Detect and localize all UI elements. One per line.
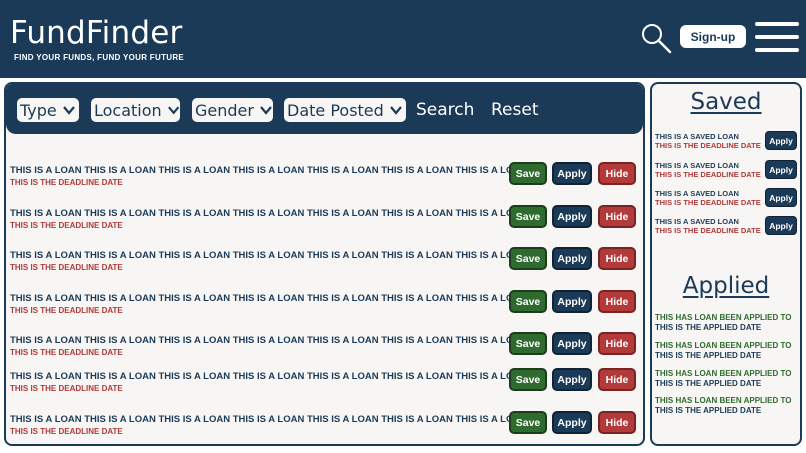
loan-row: THIS IS A LOAN THIS IS A LOAN THIS IS A … xyxy=(10,411,636,439)
hide-loan-button[interactable]: Hide xyxy=(598,332,636,355)
loan-row: THIS IS A LOAN THIS IS A LOAN THIS IS A … xyxy=(10,247,636,275)
save-loan-button[interactable]: Save xyxy=(509,162,547,185)
chevron-down-icon xyxy=(167,106,179,115)
search-button[interactable]: Search xyxy=(416,100,474,120)
loan-deadline: THIS IS THE DEADLINE DATE xyxy=(10,263,123,272)
save-loan-button[interactable]: Save xyxy=(509,411,547,434)
saved-loan-deadline: THIS IS THE DEADLINE DATE xyxy=(655,170,761,179)
loan-title: THIS IS A LOAN THIS IS A LOAN THIS IS A … xyxy=(10,371,528,382)
saved-loan-title: THIS IS A SAVED LOAN xyxy=(655,161,739,170)
loan-row: THIS IS A LOAN THIS IS A LOAN THIS IS A … xyxy=(10,368,636,396)
filter-gender-dropdown[interactable]: Gender xyxy=(190,96,275,124)
loan-title: THIS IS A LOAN THIS IS A LOAN THIS IS A … xyxy=(10,208,528,219)
loan-row: THIS IS A LOAN THIS IS A LOAN THIS IS A … xyxy=(10,162,636,190)
saved-loan-deadline: THIS IS THE DEADLINE DATE xyxy=(655,141,761,150)
filter-type-label: Type xyxy=(20,100,57,120)
apply-loan-button[interactable]: Apply xyxy=(552,205,592,228)
applied-loan-item: THIS HAS LOAN BEEN APPLIED TO THIS IS TH… xyxy=(655,396,800,418)
save-loan-button[interactable]: Save xyxy=(509,290,547,313)
applied-loan-item: THIS HAS LOAN BEEN APPLIED TO THIS IS TH… xyxy=(655,369,800,391)
filter-date-posted-dropdown[interactable]: Date Posted xyxy=(282,96,408,124)
filter-location-label: Location xyxy=(94,100,162,120)
loan-deadline: THIS IS THE DEADLINE DATE xyxy=(10,348,123,357)
saved-loan-title: THIS IS A SAVED LOAN xyxy=(655,217,739,226)
saved-heading: Saved xyxy=(690,89,762,115)
chevron-down-icon xyxy=(389,106,402,115)
loan-row: THIS IS A LOAN THIS IS A LOAN THIS IS A … xyxy=(10,205,636,233)
hide-loan-button[interactable]: Hide xyxy=(598,411,636,434)
apply-loan-button[interactable]: Apply xyxy=(552,247,592,270)
saved-loan-title: THIS IS A SAVED LOAN xyxy=(655,132,739,141)
chevron-down-icon xyxy=(62,106,75,115)
saved-loan-item: THIS IS A SAVED LOAN THIS IS THE DEADLIN… xyxy=(655,188,797,210)
hide-loan-button[interactable]: Hide xyxy=(598,247,636,270)
loan-row: THIS IS A LOAN THIS IS A LOAN THIS IS A … xyxy=(10,290,636,318)
saved-applied-panel: Saved THIS IS A SAVED LOAN THIS IS THE D… xyxy=(650,82,802,446)
apply-saved-loan-button[interactable]: Apply xyxy=(765,160,797,179)
filter-type-dropdown[interactable]: Type xyxy=(15,96,81,124)
save-loan-button[interactable]: Save xyxy=(509,332,547,355)
app-header: FundFinder FIND YOUR FUNDS, FUND YOUR FU… xyxy=(0,0,806,78)
saved-loan-title: THIS IS A SAVED LOAN xyxy=(655,189,739,198)
hamburger-menu-icon[interactable] xyxy=(755,22,799,52)
applied-loan-title: THIS HAS LOAN BEEN APPLIED TO xyxy=(655,313,792,322)
loan-title: THIS IS A LOAN THIS IS A LOAN THIS IS A … xyxy=(10,250,528,261)
loan-row: THIS IS A LOAN THIS IS A LOAN THIS IS A … xyxy=(10,332,636,360)
applied-loan-date: THIS IS THE APPLIED DATE xyxy=(655,323,762,332)
menu-bar xyxy=(755,35,799,39)
saved-loan-item: THIS IS A SAVED LOAN THIS IS THE DEADLIN… xyxy=(655,160,797,182)
saved-loan-item: THIS IS A SAVED LOAN THIS IS THE DEADLIN… xyxy=(655,131,797,153)
apply-loan-button[interactable]: Apply xyxy=(552,368,592,391)
filter-bar: Type Location Gender Date Posted Search … xyxy=(6,84,643,134)
loan-title: THIS IS A LOAN THIS IS A LOAN THIS IS A … xyxy=(10,335,528,346)
applied-loan-date: THIS IS THE APPLIED DATE xyxy=(655,406,762,415)
apply-saved-loan-button[interactable]: Apply xyxy=(765,131,797,150)
reset-button[interactable]: Reset xyxy=(491,100,539,120)
applied-loan-date: THIS IS THE APPLIED DATE xyxy=(655,351,762,360)
filter-gender-label: Gender xyxy=(195,100,254,120)
loan-deadline: THIS IS THE DEADLINE DATE xyxy=(10,221,123,230)
apply-loan-button[interactable]: Apply xyxy=(552,411,592,434)
applied-loan-title: THIS HAS LOAN BEEN APPLIED TO xyxy=(655,369,792,378)
saved-loan-deadline: THIS IS THE DEADLINE DATE xyxy=(655,198,761,207)
applied-loan-item: THIS HAS LOAN BEEN APPLIED TO THIS IS TH… xyxy=(655,313,800,335)
menu-bar xyxy=(755,48,799,52)
apply-saved-loan-button[interactable]: Apply xyxy=(765,216,797,235)
hide-loan-button[interactable]: Hide xyxy=(598,205,636,228)
menu-bar xyxy=(755,22,799,26)
brand-tagline: FIND YOUR FUNDS, FUND YOUR FUTURE xyxy=(14,53,185,62)
applied-loan-title: THIS HAS LOAN BEEN APPLIED TO xyxy=(655,396,792,405)
save-loan-button[interactable]: Save xyxy=(509,205,547,228)
applied-loan-date: THIS IS THE APPLIED DATE xyxy=(655,379,762,388)
filter-date-posted-label: Date Posted xyxy=(287,100,384,120)
loan-deadline: THIS IS THE DEADLINE DATE xyxy=(10,178,123,187)
apply-loan-button[interactable]: Apply xyxy=(552,290,592,313)
save-loan-button[interactable]: Save xyxy=(509,247,547,270)
apply-loan-button[interactable]: Apply xyxy=(552,332,592,355)
loan-title: THIS IS A LOAN THIS IS A LOAN THIS IS A … xyxy=(10,414,528,425)
search-icon[interactable] xyxy=(640,22,672,54)
loan-deadline: THIS IS THE DEADLINE DATE xyxy=(10,306,123,315)
apply-saved-loan-button[interactable]: Apply xyxy=(765,188,797,207)
save-loan-button[interactable]: Save xyxy=(509,368,547,391)
saved-loan-item: THIS IS A SAVED LOAN THIS IS THE DEADLIN… xyxy=(655,216,797,238)
signup-button[interactable]: Sign-up xyxy=(680,25,746,48)
saved-loan-deadline: THIS IS THE DEADLINE DATE xyxy=(655,226,761,235)
hide-loan-button[interactable]: Hide xyxy=(598,368,636,391)
hide-loan-button[interactable]: Hide xyxy=(598,290,636,313)
loan-deadline: THIS IS THE DEADLINE DATE xyxy=(10,427,123,436)
loan-title: THIS IS A LOAN THIS IS A LOAN THIS IS A … xyxy=(10,293,528,304)
apply-loan-button[interactable]: Apply xyxy=(552,162,592,185)
hide-loan-button[interactable]: Hide xyxy=(598,162,636,185)
loan-deadline: THIS IS THE DEADLINE DATE xyxy=(10,384,123,393)
applied-loan-item: THIS HAS LOAN BEEN APPLIED TO THIS IS TH… xyxy=(655,341,800,363)
loan-title: THIS IS A LOAN THIS IS A LOAN THIS IS A … xyxy=(10,165,528,176)
filter-location-dropdown[interactable]: Location xyxy=(89,96,182,124)
applied-heading: Applied xyxy=(682,273,770,299)
brand-logo[interactable]: FundFinder xyxy=(10,18,182,49)
chevron-down-icon xyxy=(260,106,272,115)
loan-list-panel: Type Location Gender Date Posted Search … xyxy=(4,82,645,446)
applied-loan-title: THIS HAS LOAN BEEN APPLIED TO xyxy=(655,341,792,350)
